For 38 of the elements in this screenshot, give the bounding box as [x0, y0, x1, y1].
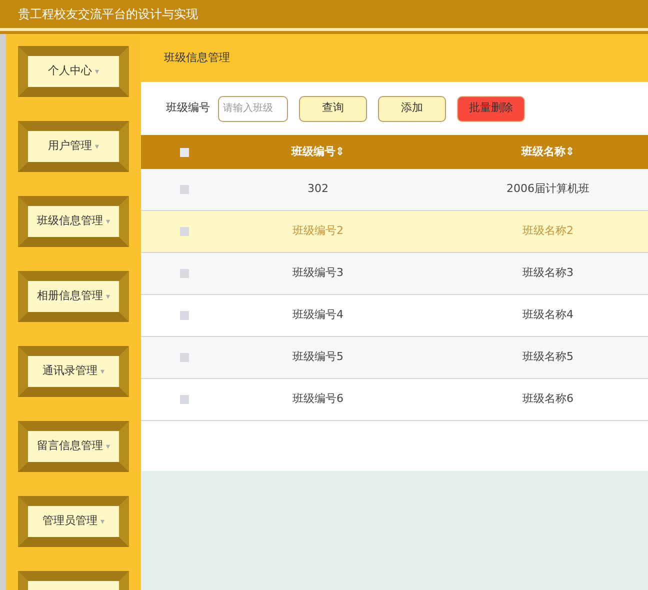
table-cell-text: 班级编号5: [292, 349, 344, 366]
table-cell-text: 班级编号6: [292, 391, 344, 408]
table-cell-text: 2006届计算机班: [506, 181, 590, 198]
checkbox[interactable]: [180, 353, 188, 362]
menu-item[interactable]: 个人中心 ▾: [18, 46, 129, 97]
table-cell-text: 班级编号2: [292, 223, 344, 240]
menu-item[interactable]: 通讯录管理 ▾: [18, 346, 129, 397]
app-title: 贵工程校友交流平台的设计与实现: [18, 6, 198, 23]
table-cell-text: 班级名称6: [522, 391, 574, 408]
table-cell-text: 班级名称5: [522, 349, 574, 366]
checkbox[interactable]: [180, 269, 188, 278]
menu-item[interactable]: 留言信息管理 ▾: [18, 421, 129, 472]
menu-item[interactable]: 班级信息管理 ▾: [18, 196, 129, 247]
toolbar-button[interactable]: 添加: [378, 96, 446, 122]
table-cell-text: 302: [308, 181, 328, 198]
table-cell-text: 班级编号3: [292, 265, 344, 282]
table-row[interactable]: 班级编号6 班级名称6: [141, 379, 648, 421]
checkbox[interactable]: [180, 185, 188, 194]
table-cell-text: 班级编号4: [292, 307, 344, 324]
checkbox[interactable]: [180, 148, 188, 156]
search-field[interactable]: 请输入班级: [218, 96, 288, 122]
search-label: 班级编号: [166, 100, 210, 116]
page-title: 班级信息管理: [164, 50, 230, 66]
toolbar-button[interactable]: 查询: [299, 96, 367, 122]
table-cell-text: 班级名称4: [522, 307, 574, 324]
table-cell-text: 班级名称3: [522, 265, 574, 282]
table-row[interactable]: 302 2006届计算机班: [141, 169, 648, 211]
menu-item[interactable]: 相册信息管理 ▾: [18, 271, 129, 322]
table-cell-text: 班级名称2: [522, 223, 574, 240]
toolbar-button[interactable]: 批量删除: [457, 96, 525, 122]
table-row[interactable]: 班级编号5 班级名称5: [141, 337, 648, 379]
checkbox[interactable]: [180, 227, 188, 236]
checkbox[interactable]: [180, 395, 188, 404]
table-row[interactable]: 班级编号4 班级名称4: [141, 295, 648, 337]
menu-item[interactable]: 管理员管理 ▾: [18, 496, 129, 547]
table-row[interactable]: 班级编号3 班级名称3: [141, 253, 648, 295]
checkbox[interactable]: [180, 311, 188, 320]
menu-item[interactable]: 用户管理 ▾: [18, 121, 129, 172]
